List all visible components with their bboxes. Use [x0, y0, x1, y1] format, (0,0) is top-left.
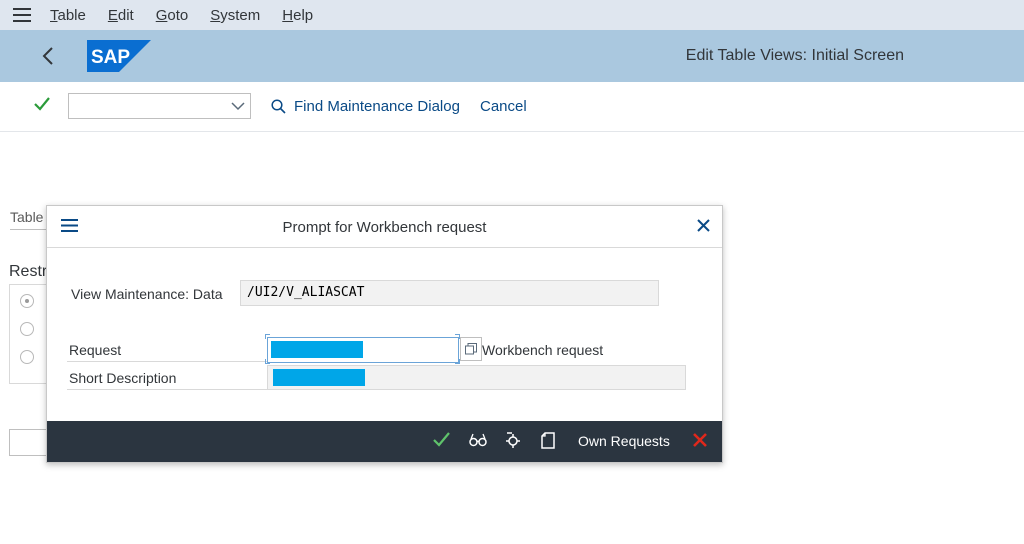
create-request-icon [506, 432, 520, 448]
restrict-radio-3[interactable] [20, 350, 34, 364]
back-button[interactable] [36, 44, 60, 68]
chevron-down-icon [231, 102, 245, 111]
redacted-short-description [273, 369, 365, 386]
focus-corner-tl [265, 334, 270, 339]
view-maintenance-value: /UI2/V_ALIASCAT [240, 280, 659, 306]
cancel-dialog-button[interactable] [692, 432, 708, 453]
cancel-button[interactable]: Cancel [480, 98, 527, 115]
dialog-title: Prompt for Workbench request [282, 219, 487, 236]
table-view-underline [10, 229, 50, 230]
find-maintenance-dialog-label: Find Maintenance Dialog [294, 98, 460, 115]
focus-corner-bl [265, 359, 270, 364]
chevron-left-icon [42, 47, 53, 65]
request-input[interactable] [267, 337, 459, 363]
workbench-request-dialog: Prompt for Workbench request View Mainte… [46, 205, 723, 463]
table-view-label: Table [10, 209, 44, 225]
menu-hamburger-icon[interactable] [0, 0, 44, 30]
short-description-underline [67, 389, 267, 390]
menu-item-goto[interactable]: Goto [156, 7, 189, 24]
request-label: Request [69, 342, 122, 358]
request-label-underline [67, 361, 267, 362]
sap-logo: SAP [87, 40, 151, 72]
dialog-footer: Own Requests [47, 421, 722, 462]
find-maintenance-dialog-button[interactable]: Find Maintenance Dialog [271, 98, 460, 115]
own-requests-button[interactable]: Own Requests [578, 433, 670, 449]
close-button[interactable] [697, 219, 710, 237]
search-icon [271, 99, 286, 114]
cancel-x-icon [693, 433, 707, 447]
command-field-dropdown[interactable] [68, 93, 251, 119]
document-button[interactable] [541, 432, 555, 454]
short-description-label: Short Description [69, 370, 177, 386]
menu-item-help[interactable]: Help [282, 7, 313, 24]
title-bar: SAP Edit Table Views: Initial Screen [0, 30, 1024, 82]
page-title: Edit Table Views: Initial Screen [685, 47, 904, 64]
value-help-icon [465, 343, 477, 355]
svg-text:SAP: SAP [91, 47, 130, 68]
glasses-icon [469, 433, 487, 447]
dialog-header: Prompt for Workbench request [47, 206, 722, 248]
restrict-radio-1[interactable] [20, 294, 34, 308]
create-request-button[interactable] [504, 432, 522, 453]
confirm-button[interactable] [433, 432, 450, 452]
check-icon [34, 97, 50, 111]
check-icon [433, 432, 450, 447]
background-button[interactable] [9, 429, 49, 456]
menu-item-table[interactable]: Table [50, 7, 86, 24]
close-icon [697, 219, 710, 232]
enter-button[interactable] [34, 97, 50, 116]
document-icon [541, 432, 555, 449]
value-help-button[interactable] [460, 337, 482, 361]
menu-item-system[interactable]: System [210, 7, 260, 24]
redacted-request-number [271, 341, 363, 358]
restrict-section-label: Restr [9, 263, 48, 280]
view-maintenance-label: View Maintenance: Data [71, 286, 223, 302]
menu-bar: Table Edit Goto System Help [0, 0, 1024, 30]
menu-item-edit[interactable]: Edit [108, 7, 134, 24]
restrict-radio-2[interactable] [20, 322, 34, 336]
display-button[interactable] [469, 432, 487, 452]
request-type-label: Workbench request [482, 342, 604, 358]
short-description-value [267, 365, 686, 390]
toolbar: Find Maintenance Dialog Cancel [0, 82, 1024, 132]
